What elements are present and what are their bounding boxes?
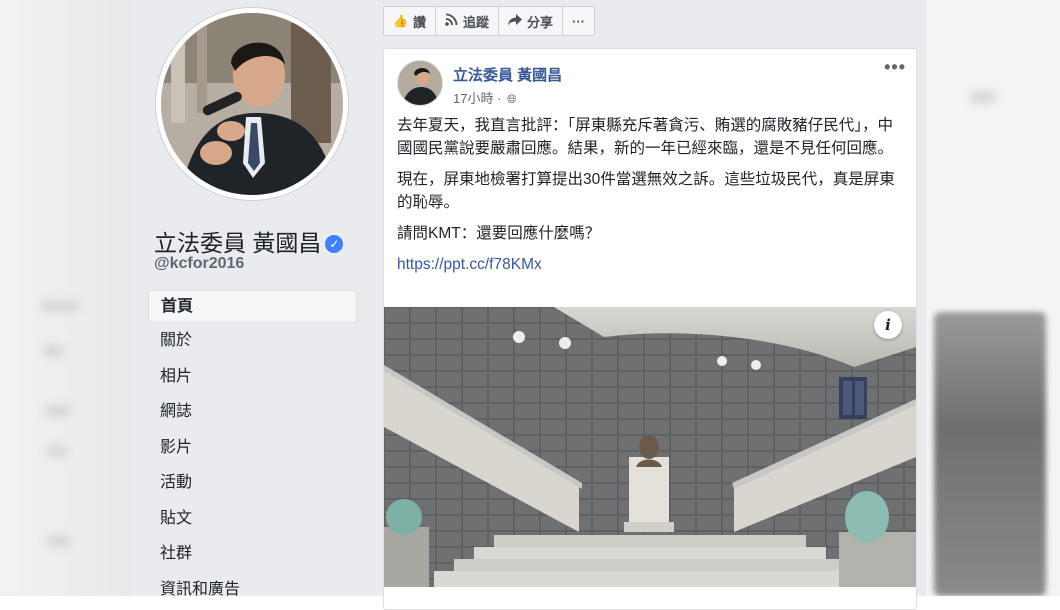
info-icon[interactable]: i xyxy=(874,311,902,339)
share-arrow-icon xyxy=(507,13,522,29)
left-sidebar: 立法委員 黃國昌 ✓ @kcfor2016 首頁 關於 相片 網誌 影片 活動 貼… xyxy=(132,0,368,598)
post-paragraph: 請問KMT：還要回應什麼嗎？ xyxy=(397,225,601,242)
follow-button[interactable]: 追蹤 xyxy=(435,6,499,36)
portrait-image xyxy=(161,13,343,195)
thumbs-up-icon: 👍 xyxy=(393,14,408,28)
sidebar-item-about[interactable]: 關於 xyxy=(148,323,357,359)
background-left xyxy=(0,0,132,596)
page-name-text: 立法委員 黃國昌 xyxy=(154,230,322,256)
post-image[interactable] xyxy=(384,307,916,587)
main-column: 👍 讚 追蹤 分享 ··· 立法委員 黃國昌 17小時 · 🌐︎ ••• 去年夏… xyxy=(368,0,926,610)
hall-staircase-photo xyxy=(384,307,916,587)
post-text: 去年夏天，我直言批評：「屏東縣充斥著貪污、賄選的腐敗豬仔民代」，中國國民黨說要嚴… xyxy=(397,114,907,284)
post-paragraph: 去年夏天，我直言批評：「屏東縣充斥著貪污、賄選的腐敗豬仔民代」，中國國民黨說要嚴… xyxy=(397,117,894,157)
blurred-photo xyxy=(934,312,1046,596)
profile-picture[interactable] xyxy=(156,8,348,200)
more-button[interactable]: ··· xyxy=(563,6,595,36)
sidebar-item-posts[interactable]: 貼文 xyxy=(148,501,357,537)
more-icon: ··· xyxy=(572,13,585,29)
post-author-avatar[interactable] xyxy=(397,60,443,106)
sidebar-item-info-and-ads[interactable]: 資訊和廣告 xyxy=(148,572,357,608)
post-timestamp[interactable]: 17小時 · 🌐︎ xyxy=(453,88,517,107)
post-options-icon[interactable]: ••• xyxy=(884,57,906,78)
like-button[interactable]: 👍 讚 xyxy=(383,6,436,36)
post-paragraph: 現在，屏東地檢署打算提出30件當選無效之訴。這些垃圾民代，真是屏東的恥辱。 xyxy=(397,171,895,211)
post-card: 立法委員 黃國昌 17小時 · 🌐︎ ••• 去年夏天，我直言批評：「屏東縣充斥… xyxy=(383,48,917,610)
page-handle[interactable]: @kcfor2016 xyxy=(154,255,244,273)
post-author-name[interactable]: 立法委員 黃國昌 xyxy=(453,64,562,85)
avatar xyxy=(161,13,343,195)
sidebar-item-events[interactable]: 活動 xyxy=(148,465,357,501)
post-link[interactable]: https://ppt.cc/f78KMx xyxy=(397,256,542,273)
share-label: 分享 xyxy=(526,14,553,30)
rss-icon xyxy=(445,13,458,29)
page-title: 立法委員 黃國昌 ✓ xyxy=(154,224,344,258)
page-action-bar: 👍 讚 追蹤 分享 ··· xyxy=(383,6,595,36)
sidebar-item-notes[interactable]: 網誌 xyxy=(148,394,357,430)
follow-label: 追蹤 xyxy=(462,14,489,30)
like-label: 讚 xyxy=(412,14,426,30)
background-right xyxy=(926,0,1060,596)
sidebar-nav: 首頁 關於 相片 網誌 影片 活動 貼文 社群 資訊和廣告 xyxy=(148,290,357,607)
sidebar-item-videos[interactable]: 影片 xyxy=(148,430,357,466)
share-button[interactable]: 分享 xyxy=(498,6,563,36)
sidebar-item-photos[interactable]: 相片 xyxy=(148,359,357,395)
globe-icon: 🌐︎ xyxy=(507,92,517,106)
sidebar-item-community[interactable]: 社群 xyxy=(148,536,357,572)
verified-badge-icon: ✓ xyxy=(325,235,344,253)
sidebar-item-home[interactable]: 首頁 xyxy=(148,290,357,323)
post-time-text: 17小時 · xyxy=(453,91,502,106)
